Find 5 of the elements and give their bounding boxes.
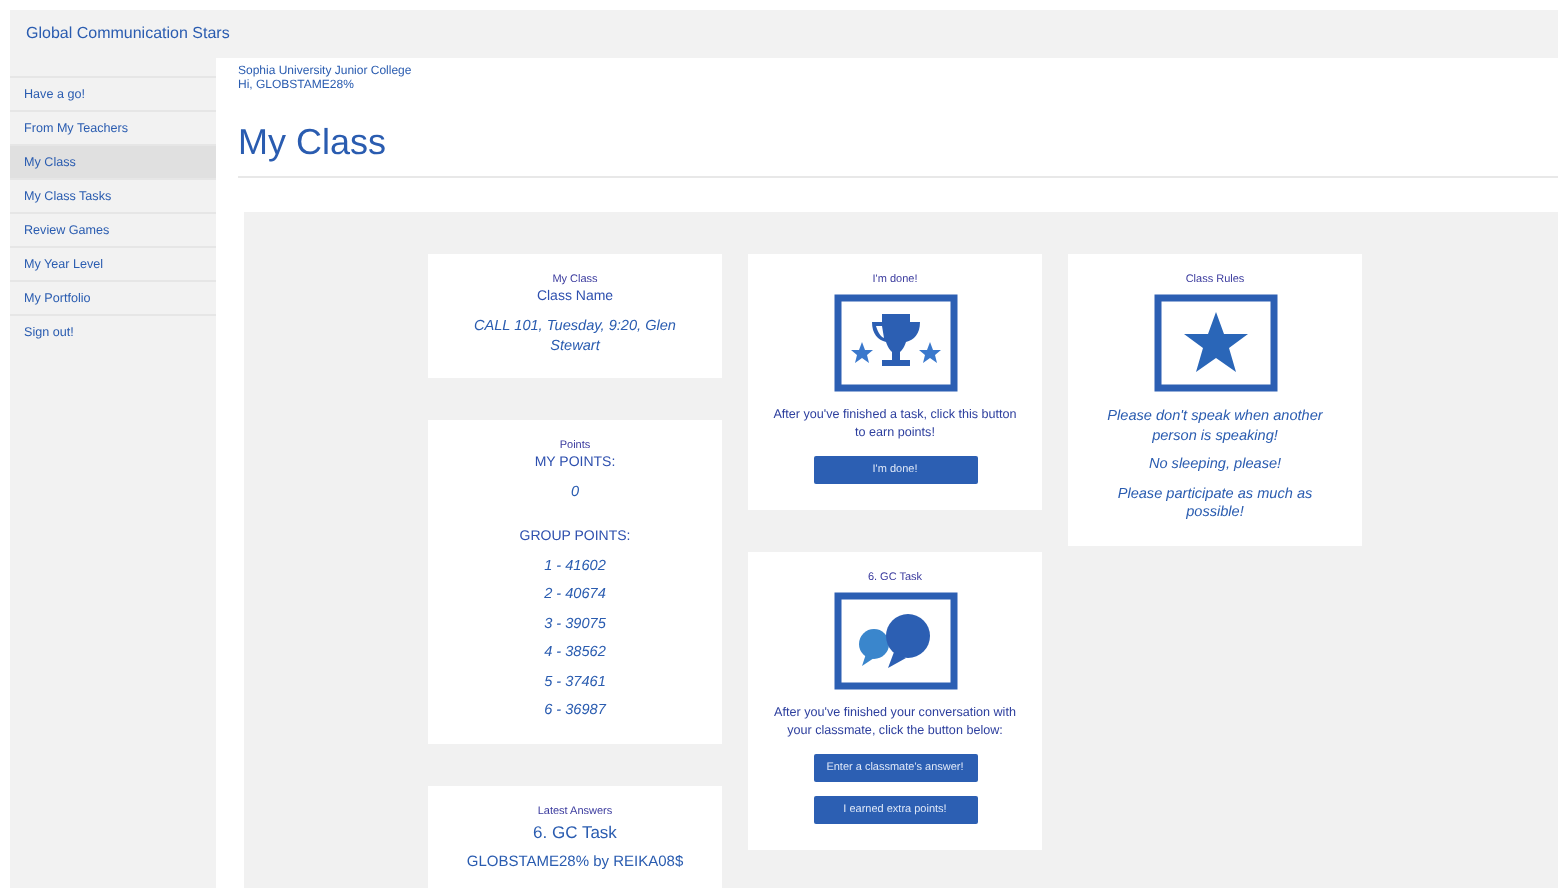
speech-bubbles-icon xyxy=(833,592,957,690)
card-title: 6. GC Task xyxy=(533,821,617,843)
app-title[interactable]: Global Communication Stars xyxy=(10,10,1558,58)
page-title: My Class xyxy=(238,120,389,164)
trophy-icon xyxy=(833,294,957,392)
